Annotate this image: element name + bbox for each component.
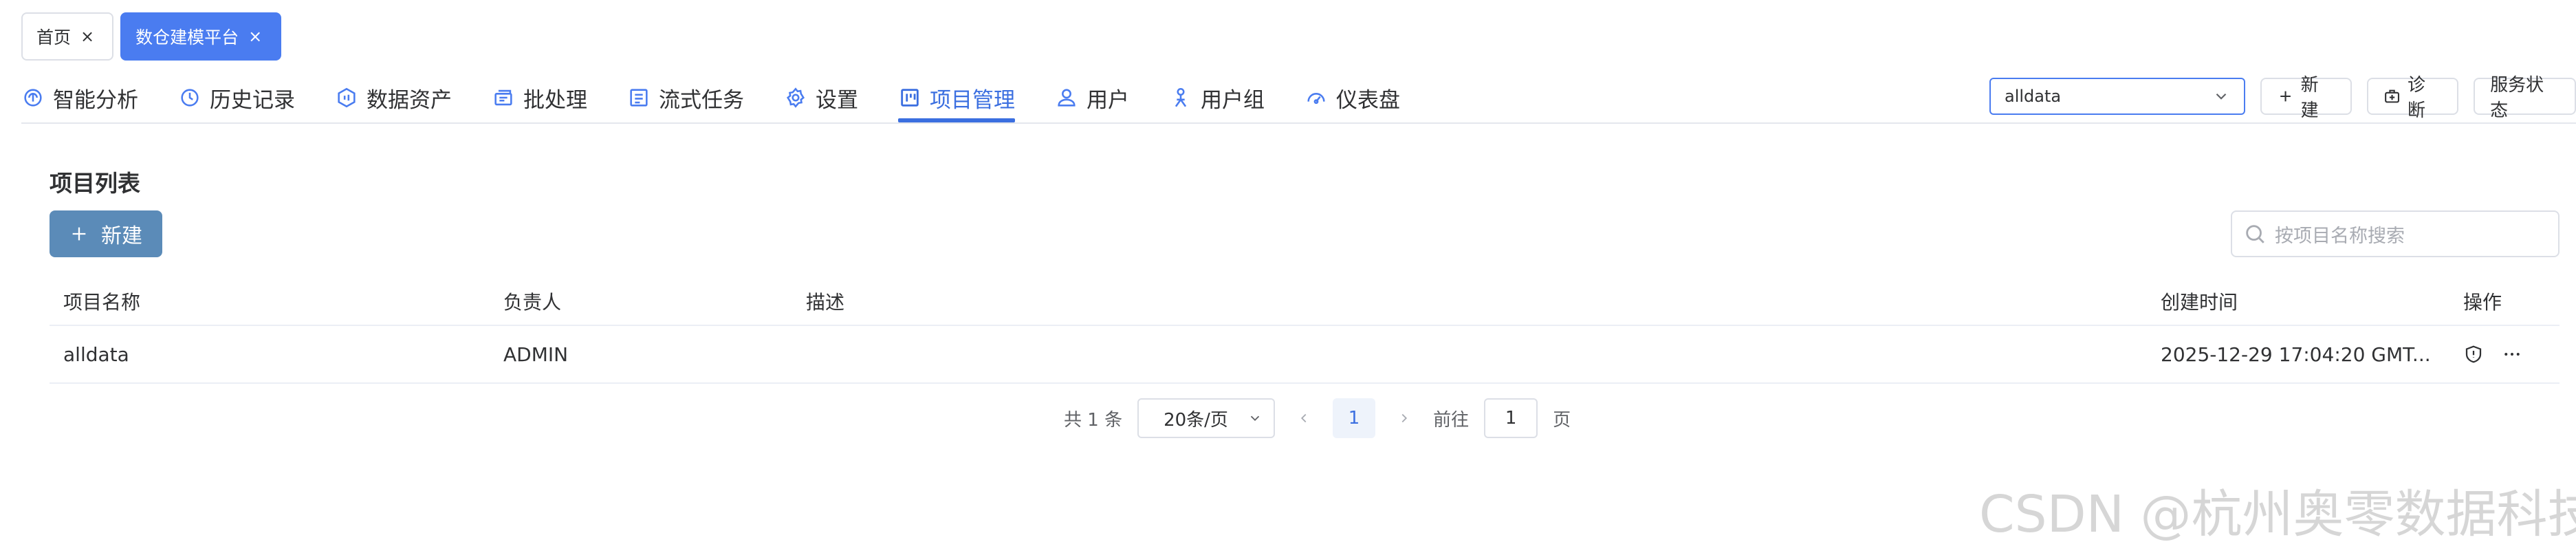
page-title: 项目列表 — [50, 170, 140, 197]
diagnose-button[interactable]: 诊断 — [2366, 75, 2459, 121]
table-row[interactable]: alldata ADMIN 2025-12-29 17:04:20 GMT... — [50, 326, 2559, 384]
nav-label: 历史记录 — [210, 87, 295, 113]
add-project-label: 新建 — [101, 224, 142, 248]
nav-item-dashboard[interactable]: 仪表盘 — [1305, 77, 1400, 118]
chevron-left-icon — [1301, 413, 1307, 423]
plus-icon — [2280, 91, 2291, 102]
project-select[interactable]: alldata — [1989, 78, 2245, 115]
page-size-value: 20条/页 — [1164, 409, 1228, 431]
nav-item-project-management[interactable]: 项目管理 — [898, 77, 1015, 122]
cell-created-time: 2025-12-29 17:04:20 GMT... — [2161, 343, 2431, 366]
prev-page-button[interactable] — [1290, 398, 1318, 438]
nav-item-data-asset[interactable]: 数据资产 — [335, 77, 452, 118]
table-header: 项目名称 负责人 描述 创建时间 操作 — [50, 278, 2559, 326]
total-count: 共 1 条 — [1064, 409, 1123, 431]
page-number[interactable]: 1 — [1333, 398, 1376, 438]
diagnose-button-label: 诊断 — [2407, 75, 2425, 121]
nav-label: 设置 — [816, 87, 858, 113]
goto-label: 前往 — [1433, 409, 1470, 431]
chevron-down-icon — [1250, 415, 1260, 422]
user-icon — [1058, 89, 1076, 107]
goto-page-input[interactable]: 1 — [1484, 398, 1538, 438]
tab-label: 数仓建模平台 — [135, 28, 239, 47]
shield-icon[interactable] — [2463, 344, 2484, 365]
nav-item-smart-analysis[interactable]: 智能分析 — [21, 77, 138, 118]
add-project-button[interactable]: 新建 — [50, 210, 162, 257]
project-table: 项目名称 负责人 描述 创建时间 操作 alldata ADMIN 2025-1… — [50, 278, 2559, 384]
nav-item-history[interactable]: 历史记录 — [178, 77, 295, 118]
cell-actions — [2449, 344, 2559, 365]
tab-datawarehouse[interactable]: 数仓建模平台 × — [120, 12, 282, 61]
next-page-button[interactable] — [1390, 398, 1418, 438]
nav-label: 用户组 — [1201, 87, 1265, 113]
batch-icon — [494, 89, 512, 106]
service-status-label: 服务状态 — [2490, 75, 2544, 121]
plus-icon — [72, 227, 86, 241]
data-asset-icon — [338, 87, 356, 108]
cell-project-name: alldata — [63, 343, 129, 366]
column-header: 负责人 — [503, 291, 562, 314]
nav-item-stream-task[interactable]: 流式任务 — [627, 77, 744, 118]
pagination: 共 1 条 20条/页 1 前往 1 页 — [1064, 398, 1571, 439]
new-button-label: 新建 — [2300, 75, 2319, 121]
nav-item-batch[interactable]: 批处理 — [492, 77, 587, 118]
page-size-select[interactable]: 20条/页 — [1137, 398, 1276, 438]
user-group-icon — [1175, 87, 1187, 107]
page-unit-label: 页 — [1553, 409, 1571, 431]
top-tab-bar: 首页 × 数仓建模平台 × — [21, 12, 282, 65]
nav-label: 仪表盘 — [1336, 87, 1400, 113]
new-button[interactable]: 新建 — [2260, 75, 2352, 121]
tab-label: 首页 — [36, 28, 72, 47]
nav-label: 用户 — [1087, 87, 1129, 113]
nav-label: 数据资产 — [367, 87, 452, 113]
main-nav: 智能分析 历史记录 数据资产 批处理 流式任务 设置 项目管理 用户 用户组 仪… — [21, 75, 2576, 124]
nav-item-user[interactable]: 用户 — [1055, 77, 1129, 118]
nav-item-user-group[interactable]: 用户组 — [1169, 77, 1265, 118]
search-icon — [2246, 225, 2264, 243]
more-icon[interactable] — [2502, 344, 2522, 365]
column-header: 描述 — [806, 291, 845, 314]
column-header: 操作 — [2463, 291, 2502, 314]
search-placeholder: 按项目名称搜索 — [2275, 225, 2405, 247]
chevron-right-icon — [1401, 413, 1408, 423]
nav-label: 批处理 — [523, 87, 587, 113]
medical-kit-icon — [2384, 89, 2399, 103]
nav-toolbar: alldata 新建 诊断 服务状态 — [1989, 75, 2576, 121]
brain-icon — [24, 89, 42, 107]
column-header: 项目名称 — [63, 291, 141, 314]
nav-label: 智能分析 — [53, 87, 138, 113]
chevron-down-icon — [2216, 93, 2226, 100]
stream-task-icon — [630, 89, 648, 107]
nav-label: 项目管理 — [930, 87, 1015, 113]
project-select-value: alldata — [2005, 87, 2062, 106]
close-icon[interactable]: × — [248, 28, 262, 45]
dashboard-icon — [1307, 93, 1325, 105]
history-icon — [181, 89, 199, 107]
cell-owner: ADMIN — [503, 343, 569, 366]
kanban-icon — [901, 89, 919, 107]
watermark: CSDN @杭州奥零数据科技 — [1979, 485, 2576, 544]
gear-icon — [786, 87, 805, 108]
search-input[interactable]: 按项目名称搜索 — [2231, 210, 2559, 257]
column-header: 创建时间 — [2161, 291, 2238, 314]
tab-home[interactable]: 首页 × — [21, 12, 114, 61]
nav-item-settings[interactable]: 设置 — [784, 77, 858, 118]
close-icon[interactable]: × — [80, 28, 94, 45]
nav-label: 流式任务 — [659, 87, 744, 113]
service-status-button[interactable]: 服务状态 — [2474, 75, 2576, 121]
